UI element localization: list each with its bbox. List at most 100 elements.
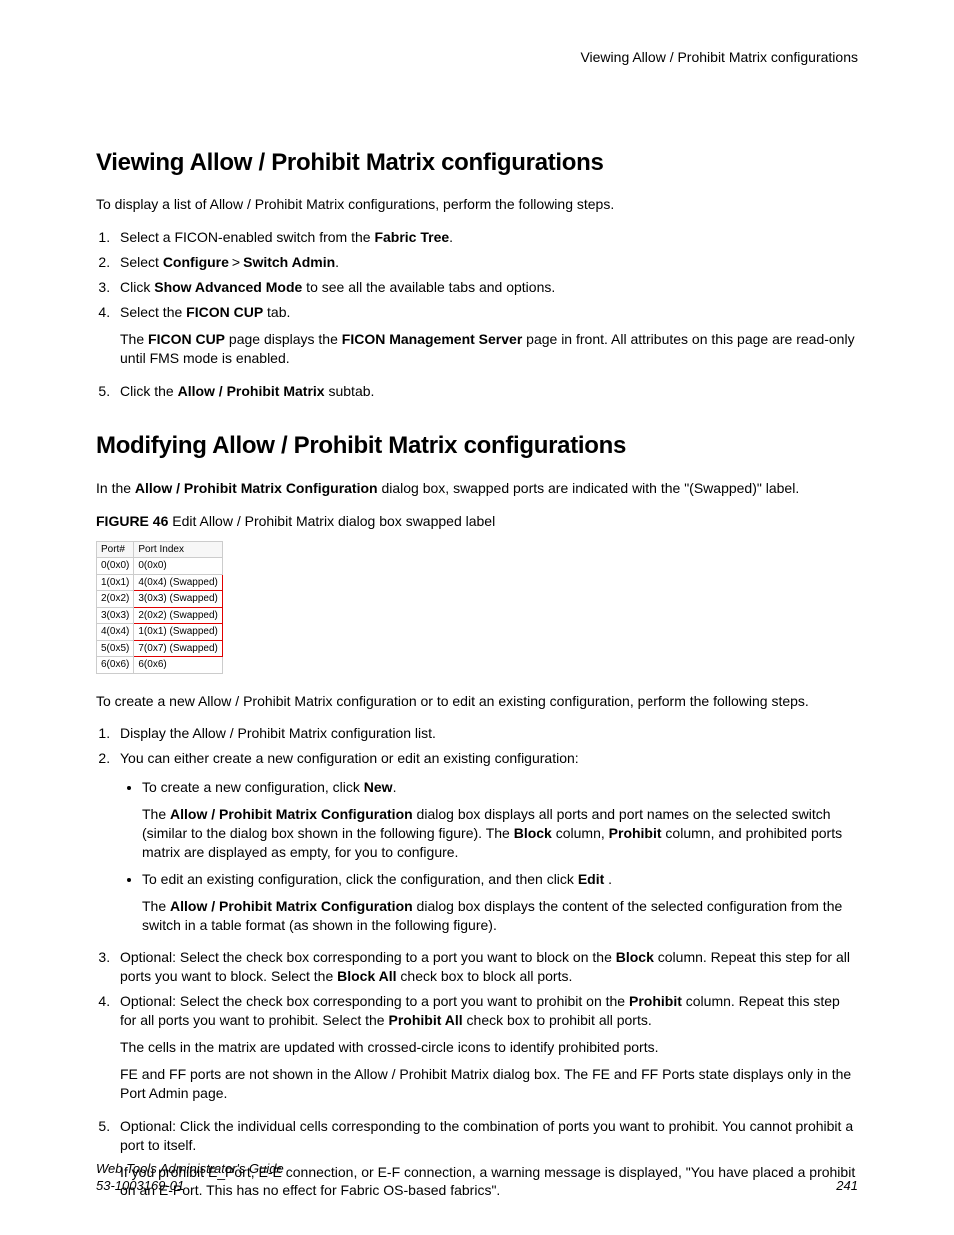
text-bold: Block bbox=[616, 949, 654, 965]
text: . bbox=[449, 229, 453, 245]
text: column, bbox=[552, 825, 609, 841]
text: Optional: Click the individual cells cor… bbox=[120, 1118, 853, 1153]
table-row: 5(0x5)7(0x7) (Swapped) bbox=[97, 640, 223, 657]
text-bold: Prohibit bbox=[609, 825, 662, 841]
text-bold: FICON CUP bbox=[148, 331, 225, 347]
table-header-row: Port# Port Index bbox=[97, 541, 223, 558]
text: subtab. bbox=[325, 383, 375, 399]
text: The bbox=[142, 806, 170, 822]
text: to see all the available tabs and option… bbox=[302, 279, 555, 295]
footer-left: Web Tools Administrator's Guide 53-10031… bbox=[96, 1161, 284, 1195]
section2-step4-note2: FE and FF ports are not shown in the All… bbox=[120, 1065, 858, 1103]
text: Optional: Select the check box correspon… bbox=[120, 993, 629, 1009]
section1-step5: Click the Allow / Prohibit Matrix subtab… bbox=[114, 382, 858, 401]
cell-port: 3(0x3) bbox=[97, 607, 134, 624]
footer-docnum: 53-1003169-01 bbox=[96, 1178, 284, 1195]
text-bold: Allow / Prohibit Matrix Configuration bbox=[170, 898, 413, 914]
text: Click bbox=[120, 279, 154, 295]
section2-step4-note1: The cells in the matrix are updated with… bbox=[120, 1038, 858, 1057]
section1-heading: Viewing Allow / Prohibit Matrix configur… bbox=[96, 147, 858, 179]
text-bold: Block bbox=[514, 825, 552, 841]
swap-table: Port# Port Index 0(0x0)0(0x0)1(0x1)4(0x4… bbox=[96, 541, 223, 674]
text-bold: Fabric Tree bbox=[374, 229, 449, 245]
table-row: 0(0x0)0(0x0) bbox=[97, 558, 223, 575]
text: To edit an existing configuration, click… bbox=[142, 871, 578, 887]
text: In the bbox=[96, 480, 135, 496]
cell-port-index: 0(0x0) bbox=[134, 558, 222, 575]
text-bold: Allow / Prohibit Matrix Configuration bbox=[135, 480, 378, 496]
text-bold: Edit bbox=[578, 871, 604, 887]
table-row: 4(0x4)1(0x1) (Swapped) bbox=[97, 624, 223, 641]
running-header: Viewing Allow / Prohibit Matrix configur… bbox=[96, 48, 858, 67]
bullet-edit-note: The Allow / Prohibit Matrix Configuratio… bbox=[142, 897, 858, 935]
cell-port: 1(0x1) bbox=[97, 574, 134, 591]
text: To create a new configuration, click bbox=[142, 779, 364, 795]
text: Select the bbox=[120, 304, 186, 320]
text-bold: Allow / Prohibit Matrix bbox=[178, 383, 325, 399]
text: Select a FICON-enabled switch from the bbox=[120, 229, 374, 245]
text: You can either create a new configuratio… bbox=[120, 750, 579, 766]
col-port-index: Port Index bbox=[134, 541, 222, 558]
bullet-new: To create a new configuration, click New… bbox=[142, 778, 858, 862]
section2-step4: Optional: Select the check box correspon… bbox=[114, 992, 858, 1102]
table-row: 1(0x1)4(0x4) (Swapped) bbox=[97, 574, 223, 591]
table-row: 3(0x3)2(0x2) (Swapped) bbox=[97, 607, 223, 624]
section2-step1: Display the Allow / Prohibit Matrix conf… bbox=[114, 724, 858, 743]
section1-step4-note: The FICON CUP page displays the FICON Ma… bbox=[120, 330, 858, 368]
text: Click the bbox=[120, 383, 178, 399]
cell-port-index: 3(0x3) (Swapped) bbox=[134, 591, 222, 608]
section1-steps: Select a FICON-enabled switch from the F… bbox=[96, 228, 858, 400]
cell-port-index: 4(0x4) (Swapped) bbox=[134, 574, 222, 591]
text: page displays the bbox=[225, 331, 342, 347]
section1-step2: Select Configure>Switch Admin. bbox=[114, 253, 858, 272]
section2-step2: You can either create a new configuratio… bbox=[114, 749, 858, 934]
text: check box to prohibit all ports. bbox=[463, 1012, 652, 1028]
text: The bbox=[120, 331, 148, 347]
text: . bbox=[393, 779, 397, 795]
page-footer: Web Tools Administrator's Guide 53-10031… bbox=[96, 1161, 858, 1195]
cell-port-index: 2(0x2) (Swapped) bbox=[134, 607, 222, 624]
text: . bbox=[604, 871, 612, 887]
text: > bbox=[229, 254, 243, 270]
table-row: 2(0x2)3(0x3) (Swapped) bbox=[97, 591, 223, 608]
cell-port: 0(0x0) bbox=[97, 558, 134, 575]
section2-heading: Modifying Allow / Prohibit Matrix config… bbox=[96, 430, 858, 462]
text: check box to block all ports. bbox=[397, 968, 573, 984]
table-row: 6(0x6)6(0x6) bbox=[97, 657, 223, 674]
cell-port: 4(0x4) bbox=[97, 624, 134, 641]
text: . bbox=[335, 254, 339, 270]
text: Optional: Select the check box correspon… bbox=[120, 949, 616, 965]
section2-step3: Optional: Select the check box correspon… bbox=[114, 948, 858, 986]
cell-port-index: 7(0x7) (Swapped) bbox=[134, 640, 222, 657]
cell-port: 5(0x5) bbox=[97, 640, 134, 657]
footer-title: Web Tools Administrator's Guide bbox=[96, 1161, 284, 1178]
text-bold: Switch Admin bbox=[243, 254, 335, 270]
cell-port-index: 6(0x6) bbox=[134, 657, 222, 674]
section1-step3: Click Show Advanced Mode to see all the … bbox=[114, 278, 858, 297]
page-body: Viewing Allow / Prohibit Matrix configur… bbox=[0, 0, 954, 1200]
figure46-caption: FIGURE 46 Edit Allow / Prohibit Matrix d… bbox=[96, 512, 858, 531]
bullet-edit: To edit an existing configuration, click… bbox=[142, 870, 858, 935]
section2-intro: In the Allow / Prohibit Matrix Configura… bbox=[96, 479, 858, 498]
text-bold: Prohibit bbox=[629, 993, 682, 1009]
cell-port-index: 1(0x1) (Swapped) bbox=[134, 624, 222, 641]
text-bold: Show Advanced Mode bbox=[154, 279, 302, 295]
figure-label: FIGURE 46 bbox=[96, 513, 168, 529]
section2-intro2: To create a new Allow / Prohibit Matrix … bbox=[96, 692, 858, 711]
text-bold: Allow / Prohibit Matrix Configuration bbox=[170, 806, 413, 822]
figure-caption-text: Edit Allow / Prohibit Matrix dialog box … bbox=[168, 513, 495, 529]
text: dialog box, swapped ports are indicated … bbox=[378, 480, 800, 496]
footer-page-number: 241 bbox=[836, 1177, 858, 1195]
section1-step4: Select the FICON CUP tab. The FICON CUP … bbox=[114, 303, 858, 368]
section1-intro: To display a list of Allow / Prohibit Ma… bbox=[96, 195, 858, 214]
text-bold: FICON Management Server bbox=[342, 331, 523, 347]
text-bold: Configure bbox=[163, 254, 229, 270]
cell-port: 6(0x6) bbox=[97, 657, 134, 674]
cell-port: 2(0x2) bbox=[97, 591, 134, 608]
section2-step2-bullets: To create a new configuration, click New… bbox=[120, 778, 858, 934]
col-port: Port# bbox=[97, 541, 134, 558]
text-bold: Block All bbox=[337, 968, 396, 984]
text: Select bbox=[120, 254, 163, 270]
text-bold: Prohibit All bbox=[388, 1012, 462, 1028]
text-bold: New bbox=[364, 779, 393, 795]
